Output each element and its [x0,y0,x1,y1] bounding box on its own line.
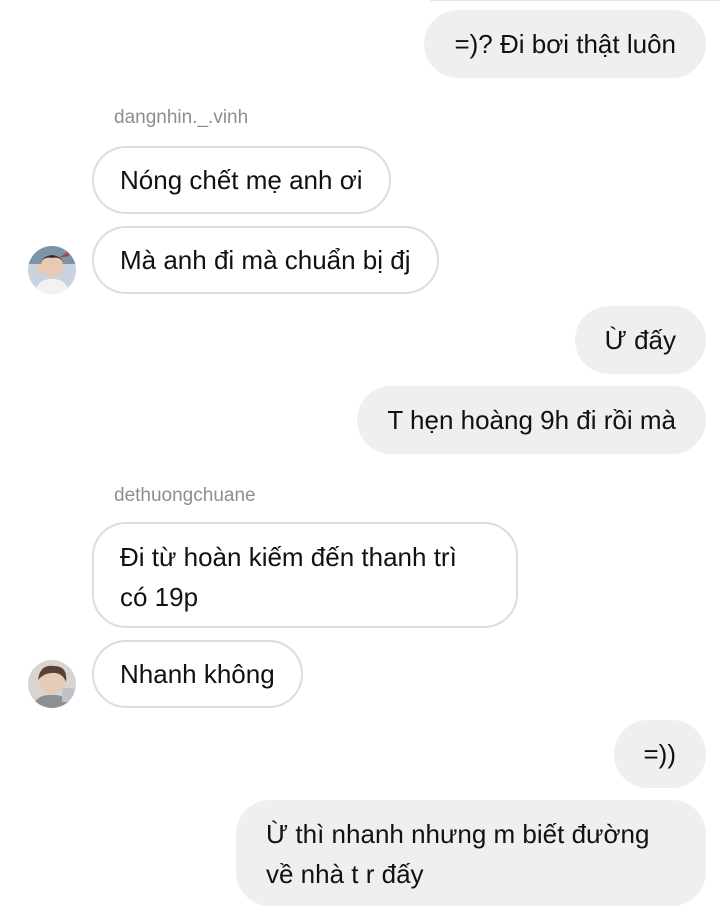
message-bubble-outgoing[interactable]: Ừ thì nhanh nhưng m biết đường về nhà t … [236,800,706,906]
message-bubble-outgoing[interactable]: =)) [613,720,706,788]
message-bubble-outgoing[interactable]: T hẹn hoàng 9h đi rồi mà [357,386,706,454]
sender-name: dangnhin._.vinh [114,107,249,128]
chat-thread: =)? Đi bơi thật luôn dangnhin._.vinh Nón… [0,0,720,916]
message-bubble-incoming[interactable]: Mà anh đi mà chuẩn bị đj [92,226,439,294]
message-bubble-incoming[interactable]: Đi từ hoàn kiếm đến thanh trì có 19p [92,522,518,628]
avatar[interactable] [28,660,76,708]
message-bubble-outgoing[interactable]: Ừ đấy [574,306,706,374]
message-bubble-incoming[interactable]: Nóng chết mẹ anh ơi [92,146,391,214]
message-bubble-outgoing[interactable]: =)? Đi bơi thật luôn [424,10,706,78]
sender-name: dethuongchuane [114,485,256,506]
avatar[interactable] [28,246,76,294]
user-photo-icon [28,246,76,294]
message-bubble-incoming[interactable]: Nhanh không [92,640,303,708]
divider [430,0,720,1]
user-photo-icon [28,660,76,708]
